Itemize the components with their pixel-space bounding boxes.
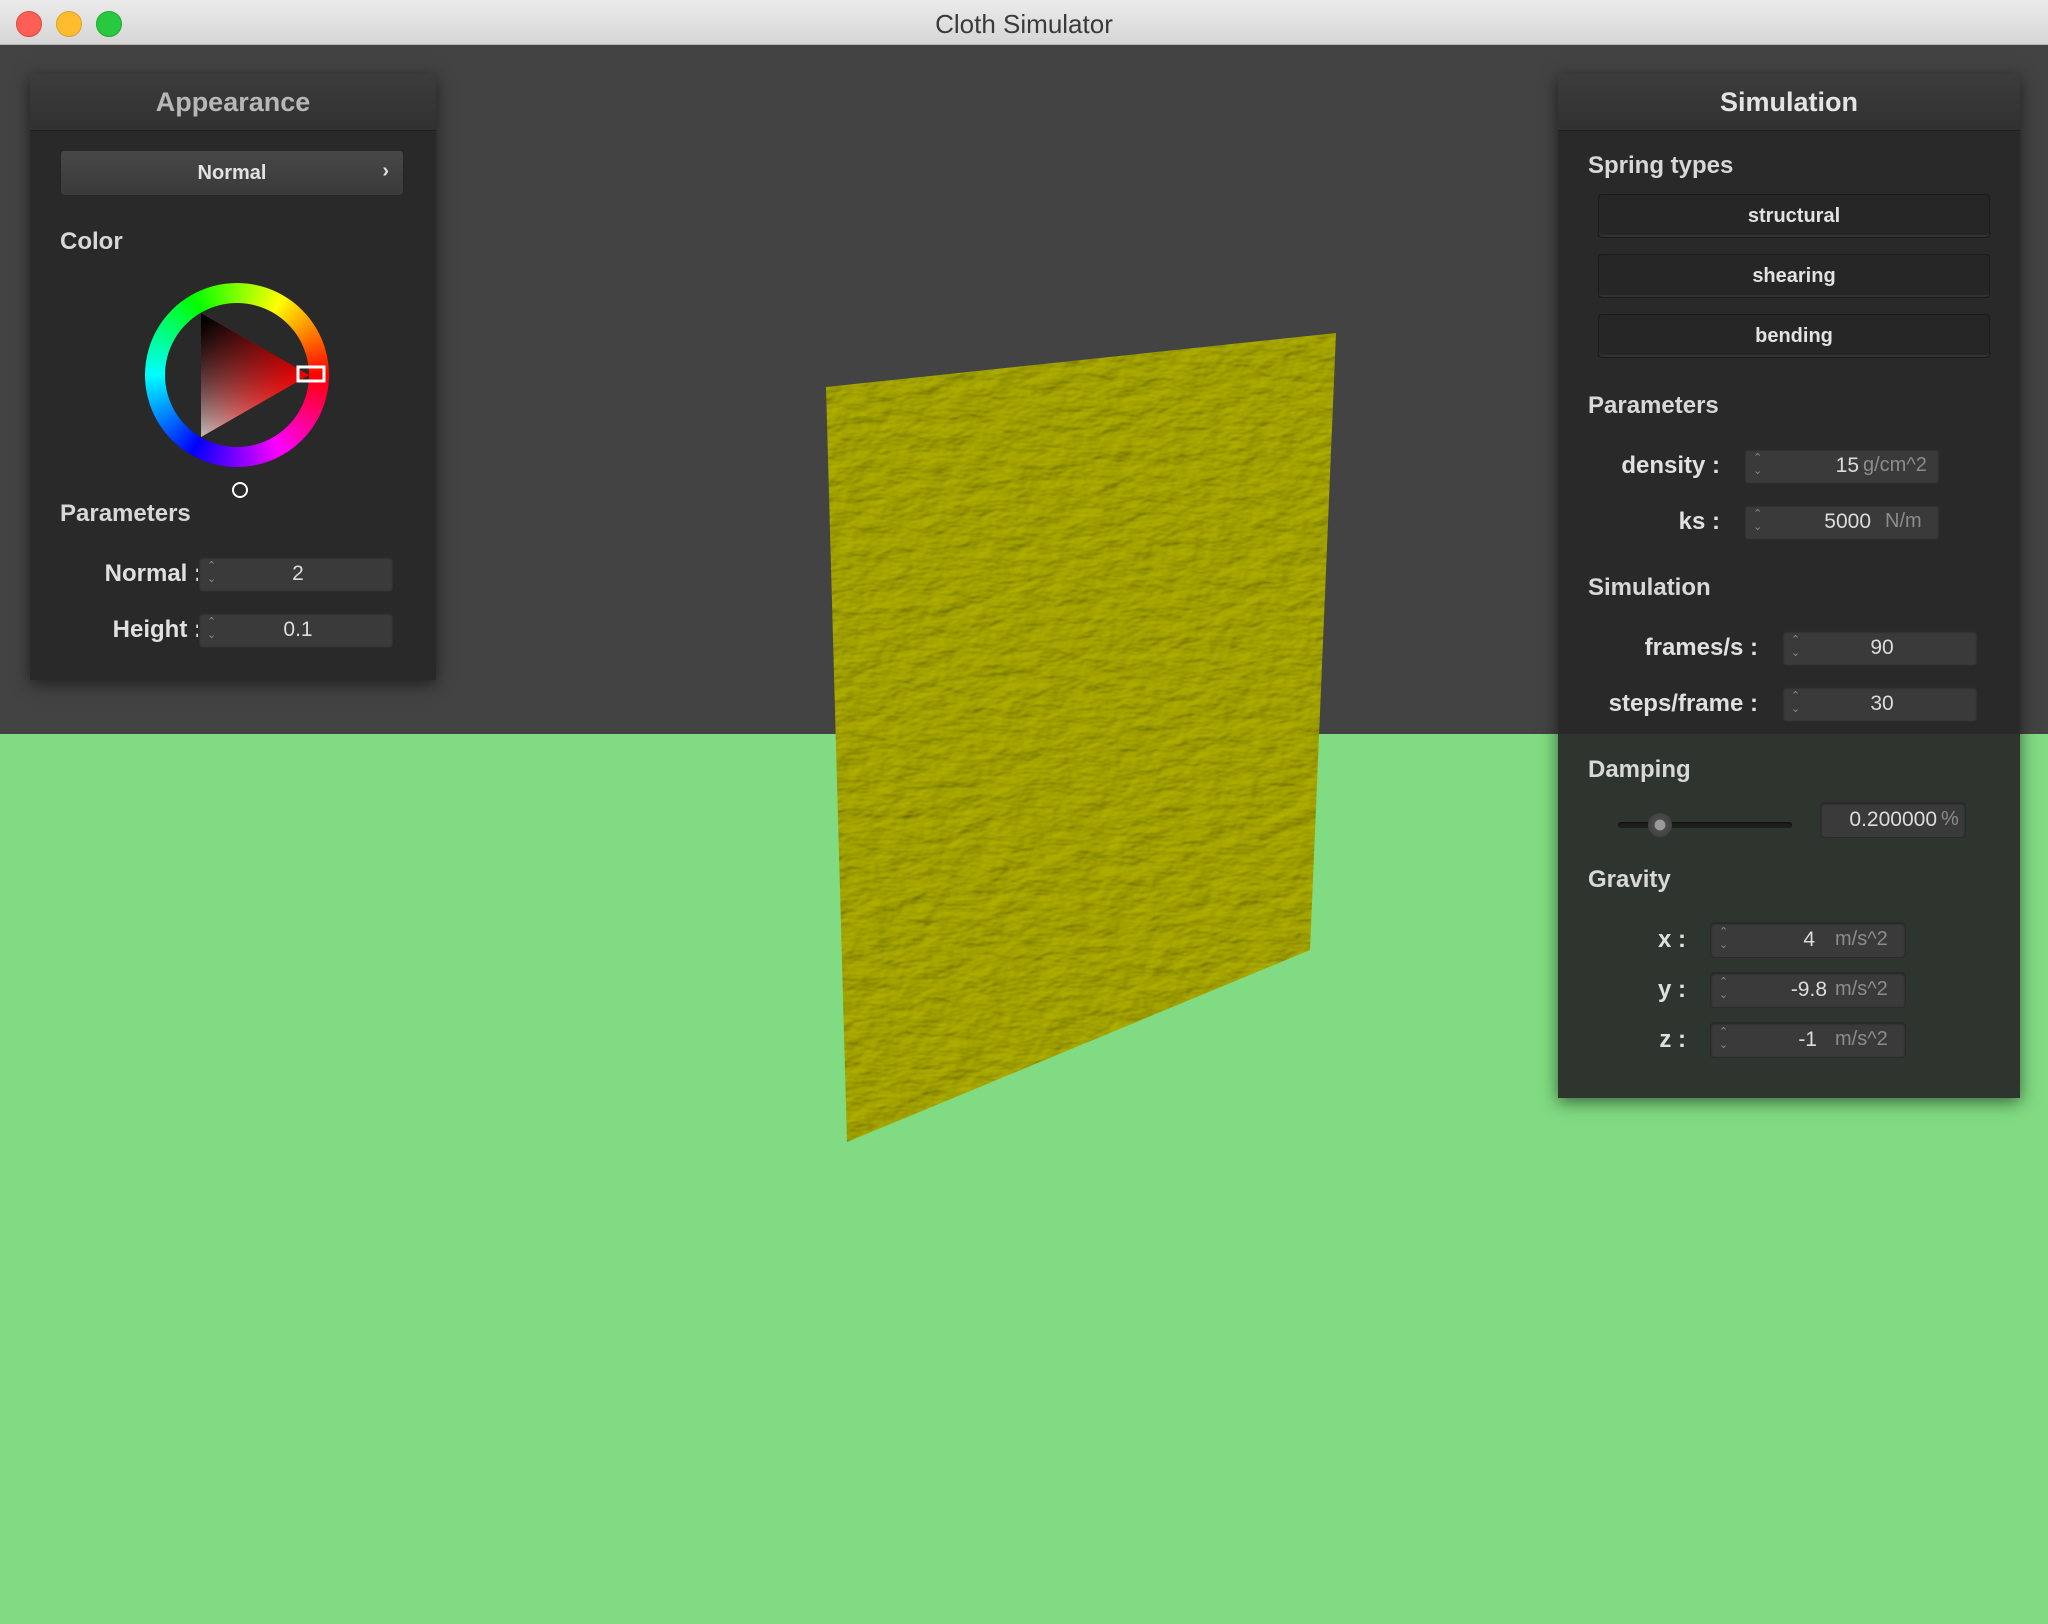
height-value: 0.1 [283,618,313,641]
steps-per-frame-input[interactable]: ⌃ ⌄ 30 [1782,686,1978,722]
gravity-z-unit: m/s^2 [1835,1028,1888,1050]
simulation-panel-title: Simulation [1558,74,2020,131]
gravity-z-input[interactable]: ⌃ ⌄ -1 m/s^2 [1710,1022,1906,1058]
color-wheel[interactable] [142,280,332,470]
density-unit: g/cm^2 [1863,454,1927,476]
stepper-arrows-icon[interactable]: ⌃ ⌄ [1719,1026,1733,1054]
steps-per-frame-label: steps/frame : [1608,690,1758,717]
color-section-title: Color [60,228,123,255]
normal-input[interactable]: ⌃ ⌄ 2 [198,556,394,592]
appearance-panel: Appearance Normal › Color Parameters Nor… [30,74,436,680]
stepper-arrows-icon[interactable]: ⌃ ⌄ [1719,976,1733,1004]
frames-per-second-value: 90 [1870,636,1894,659]
bending-spring-toggle[interactable]: bending [1598,314,1990,358]
damping-slider-thumb[interactable] [1648,813,1672,837]
stepper-arrows-icon[interactable]: ⌃ ⌄ [1791,690,1805,718]
damping-unit: % [1941,808,1959,830]
damping-value: 0.200000 [1849,808,1937,831]
normal-label: Normal : [104,560,202,587]
gravity-section-title: Gravity [1588,866,1671,893]
stepper-arrows-icon[interactable]: ⌃ ⌄ [207,560,221,588]
normal-value: 2 [292,562,304,585]
damping-slider-track [1618,822,1792,828]
frames-per-second-label: frames/s : [1644,634,1758,661]
density-value: 15 [1835,454,1859,477]
frames-per-second-input[interactable]: ⌃ ⌄ 90 [1782,630,1978,666]
ks-input[interactable]: ⌃ ⌄ 5000 N/m [1744,504,1940,540]
gravity-x-label: x : [1657,926,1686,953]
title-bar: Cloth Simulator [0,0,2048,45]
stepper-arrows-icon[interactable]: ⌃ ⌄ [1753,452,1767,480]
height-label: Height : [112,616,202,643]
simulation-parameters-title: Parameters [1588,392,1719,419]
appearance-parameters-title: Parameters [60,500,191,527]
gravity-x-input[interactable]: ⌃ ⌄ 4 m/s^2 [1710,922,1906,958]
simulation-panel: Simulation Spring types structural shear… [1558,74,2020,1098]
damping-slider[interactable] [1618,812,1792,838]
structural-spring-toggle[interactable]: structural [1598,194,1990,238]
color-selector-handle[interactable] [232,482,248,498]
stepper-arrows-icon[interactable]: ⌃ ⌄ [1719,926,1733,954]
gravity-x-unit: m/s^2 [1835,928,1888,950]
shader-mode-label: Normal [197,162,267,184]
stepper-arrows-icon[interactable]: ⌃ ⌄ [1791,634,1805,662]
damping-section-title: Damping [1588,756,1691,783]
ks-label: ks : [1678,508,1720,535]
spring-types-title: Spring types [1588,152,1734,179]
ks-unit: N/m [1885,510,1922,532]
window-title: Cloth Simulator [935,9,1113,39]
ks-value: 5000 [1824,510,1871,533]
damping-input[interactable]: 0.200000 % [1820,802,1966,838]
gravity-x-value: 4 [1803,928,1815,951]
gravity-y-input[interactable]: ⌃ ⌄ -9.8 m/s^2 [1710,972,1906,1008]
gravity-y-unit: m/s^2 [1835,978,1888,1000]
density-input[interactable]: ⌃ ⌄ 15 g/cm^2 [1744,448,1940,484]
shader-mode-dropdown[interactable]: Normal › [60,150,404,196]
appearance-panel-title: Appearance [30,74,436,131]
gravity-z-value: -1 [1798,1028,1817,1051]
stepper-arrows-icon[interactable]: ⌃ ⌄ [1753,508,1767,536]
gravity-y-value: -9.8 [1790,978,1827,1001]
simulation-section-title: Simulation [1588,574,1711,601]
stepper-arrows-icon[interactable]: ⌃ ⌄ [207,616,221,644]
shearing-spring-toggle[interactable]: shearing [1598,254,1990,298]
height-input[interactable]: ⌃ ⌄ 0.1 [198,612,394,648]
density-label: density : [1621,452,1720,479]
chevron-right-icon: › [382,160,389,182]
gravity-z-label: z : [1659,1026,1686,1053]
steps-per-frame-value: 30 [1870,692,1894,715]
gravity-y-label: y : [1657,976,1686,1003]
